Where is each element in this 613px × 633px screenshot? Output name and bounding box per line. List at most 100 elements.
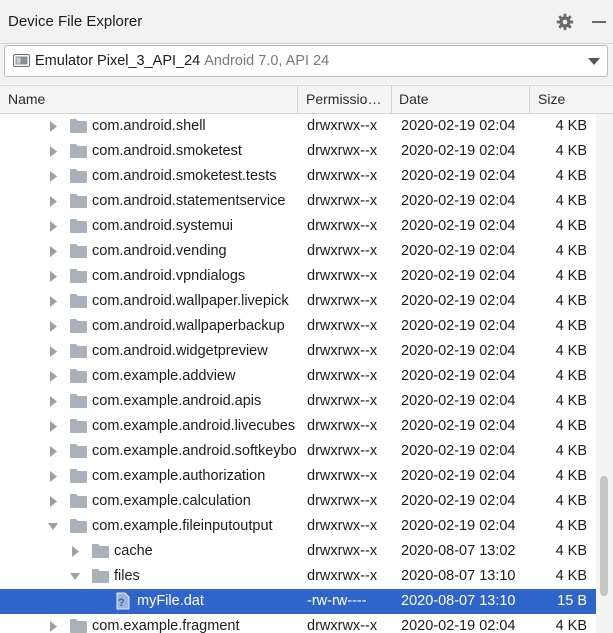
collapsed-arrow-icon[interactable] <box>70 546 80 557</box>
column-header-row: Name Permissio… Date Size <box>0 85 613 114</box>
file-permissions: drwxrwx--x <box>307 318 378 334</box>
file-size: 4 KB <box>555 518 587 534</box>
collapsed-arrow-icon[interactable] <box>48 346 58 357</box>
file-size: 4 KB <box>555 143 587 159</box>
file-permissions: drwxrwx--x <box>307 468 378 484</box>
file-name: com.example.android.softkeyboard <box>92 443 296 459</box>
device-label: Emulator Pixel_3_API_24 Android 7.0, API … <box>35 53 329 69</box>
collapsed-arrow-icon[interactable] <box>48 621 58 632</box>
file-name: com.android.statementservice <box>92 193 286 209</box>
expanded-arrow-icon[interactable] <box>48 521 58 532</box>
unknown-file-icon: ? <box>116 592 130 610</box>
column-header-name[interactable]: Name <box>8 86 293 113</box>
file-name: cache <box>114 543 153 559</box>
collapsed-arrow-icon[interactable] <box>48 446 58 457</box>
folder-row[interactable]: com.android.vending drwxrwx--x 2020-02-19 … <box>0 239 596 264</box>
file-date: 2020-02-19 02:04 <box>401 168 516 184</box>
file-name: com.example.fragment <box>92 618 240 633</box>
file-date: 2020-08-07 13:10 <box>401 593 516 609</box>
folder-icon <box>70 444 87 458</box>
expanded-arrow-icon[interactable] <box>70 571 80 582</box>
file-date: 2020-02-19 02:04 <box>401 143 516 159</box>
folder-row[interactable]: com.example.android.softkeyboard drwxrwx-… <box>0 439 596 464</box>
file-name: com.example.android.livecubes <box>92 418 296 434</box>
file-size: 4 KB <box>555 243 587 259</box>
collapsed-arrow-icon[interactable] <box>48 246 58 257</box>
folder-row[interactable]: com.example.addview drwxrwx--x 2020-02-19 … <box>0 364 596 389</box>
chevron-down-icon[interactable] <box>588 58 600 65</box>
collapsed-arrow-icon[interactable] <box>48 171 58 182</box>
file-permissions: drwxrwx--x <box>307 518 378 534</box>
folder-row[interactable]: com.android.wallpaper.livepick drwxrwx--x… <box>0 289 596 314</box>
folder-row[interactable]: com.android.statementservice drwxrwx--x 20… <box>0 189 596 214</box>
folder-row[interactable]: com.android.smoketest.tests drwxrwx--x 202… <box>0 164 596 189</box>
collapsed-arrow-icon[interactable] <box>48 146 58 157</box>
collapsed-arrow-icon[interactable] <box>48 496 58 507</box>
collapsed-arrow-icon[interactable] <box>48 421 58 432</box>
minimize-icon[interactable] <box>592 21 606 23</box>
file-date: 2020-02-19 02:04 <box>401 218 516 234</box>
folder-icon <box>70 169 87 183</box>
file-permissions: drwxrwx--x <box>307 168 378 184</box>
file-permissions: drwxrwx--x <box>307 343 378 359</box>
folder-row[interactable]: files drwxrwx--x 2020-08-07 13:10 4 KB <box>0 564 596 589</box>
device-icon <box>13 54 30 67</box>
file-date: 2020-02-19 02:04 <box>401 243 516 259</box>
folder-row[interactable]: com.android.systemui drwxrwx--x 2020-02-19… <box>0 214 596 239</box>
collapsed-arrow-icon[interactable] <box>48 221 58 232</box>
device-detail: Android 7.0, API 24 <box>204 53 330 69</box>
collapsed-arrow-icon[interactable] <box>48 396 58 407</box>
collapsed-arrow-icon[interactable] <box>48 471 58 482</box>
folder-row[interactable]: com.example.android.livecubes drwxrwx--x 2… <box>0 414 596 439</box>
file-name: com.android.smoketest <box>92 143 242 159</box>
file-date: 2020-02-19 02:04 <box>401 368 516 384</box>
device-selector-area: Emulator Pixel_3_API_24 Android 7.0, API … <box>0 44 613 84</box>
folder-row[interactable]: com.example.android.apis drwxrwx--x 2020-0… <box>0 389 596 414</box>
panel-title-bar: Device File Explorer <box>0 0 613 44</box>
file-name: com.android.shell <box>92 118 206 134</box>
collapsed-arrow-icon[interactable] <box>48 271 58 282</box>
collapsed-arrow-icon[interactable] <box>48 121 58 132</box>
collapsed-arrow-icon[interactable] <box>48 296 58 307</box>
file-permissions: drwxrwx--x <box>307 293 378 309</box>
file-permissions: drwxrwx--x <box>307 393 378 409</box>
folder-row[interactable]: com.example.fileinputoutput drwxrwx--x 202… <box>0 514 596 539</box>
file-size: 4 KB <box>555 343 587 359</box>
file-name: com.example.calculation <box>92 493 251 509</box>
folder-row[interactable]: com.android.smoketest drwxrwx--x 2020-02-1… <box>0 139 596 164</box>
device-dropdown[interactable]: Emulator Pixel_3_API_24 Android 7.0, API … <box>4 45 608 77</box>
folder-row[interactable]: com.android.shell drwxrwx--x 2020-02-19 02… <box>0 114 596 139</box>
folder-row[interactable]: com.example.fragment drwxrwx--x 2020-02-19… <box>0 614 596 633</box>
file-date: 2020-02-19 02:04 <box>401 193 516 209</box>
panel-title: Device File Explorer <box>8 13 143 30</box>
file-name: com.example.fileinputoutput <box>92 518 273 534</box>
column-header-date[interactable]: Date <box>399 86 524 113</box>
folder-icon <box>70 344 87 358</box>
file-permissions: drwxrwx--x <box>307 543 378 559</box>
collapsed-arrow-icon[interactable] <box>48 196 58 207</box>
folder-icon <box>70 469 87 483</box>
file-permissions: drwxrwx--x <box>307 568 378 584</box>
column-header-size[interactable]: Size <box>538 86 598 113</box>
file-permissions: drwxrwx--x <box>307 193 378 209</box>
file-row[interactable]: ? myFile.dat -rw-rw---- 2020-08-07 13:10 15 … <box>0 589 596 614</box>
folder-row[interactable]: cache drwxrwx--x 2020-08-07 13:02 4 KB <box>0 539 596 564</box>
column-divider[interactable] <box>391 86 392 113</box>
gear-icon[interactable] <box>556 13 574 31</box>
file-permissions: drwxrwx--x <box>307 118 378 134</box>
scrollbar-thumb[interactable] <box>600 476 608 596</box>
column-header-permissions[interactable]: Permissio… <box>306 86 386 113</box>
folder-row[interactable]: com.example.calculation drwxrwx--x 2020-02… <box>0 489 596 514</box>
folder-row[interactable]: com.android.wallpaperbackup drwxrwx--x 202… <box>0 314 596 339</box>
file-date: 2020-02-19 02:04 <box>401 493 516 509</box>
collapsed-arrow-icon[interactable] <box>48 371 58 382</box>
folder-row[interactable]: com.example.authorization drwxrwx--x 2020-… <box>0 464 596 489</box>
collapsed-arrow-icon[interactable] <box>48 321 58 332</box>
folder-row[interactable]: com.android.widgetpreview drwxrwx--x 2020-… <box>0 339 596 364</box>
folder-row[interactable]: com.android.vpndialogs drwxrwx--x 2020-02-… <box>0 264 596 289</box>
column-divider[interactable] <box>529 86 530 113</box>
file-size: 4 KB <box>555 568 587 584</box>
vertical-scrollbar[interactable] <box>596 114 613 633</box>
file-name: com.android.widgetpreview <box>92 343 268 359</box>
column-divider[interactable] <box>297 86 298 113</box>
